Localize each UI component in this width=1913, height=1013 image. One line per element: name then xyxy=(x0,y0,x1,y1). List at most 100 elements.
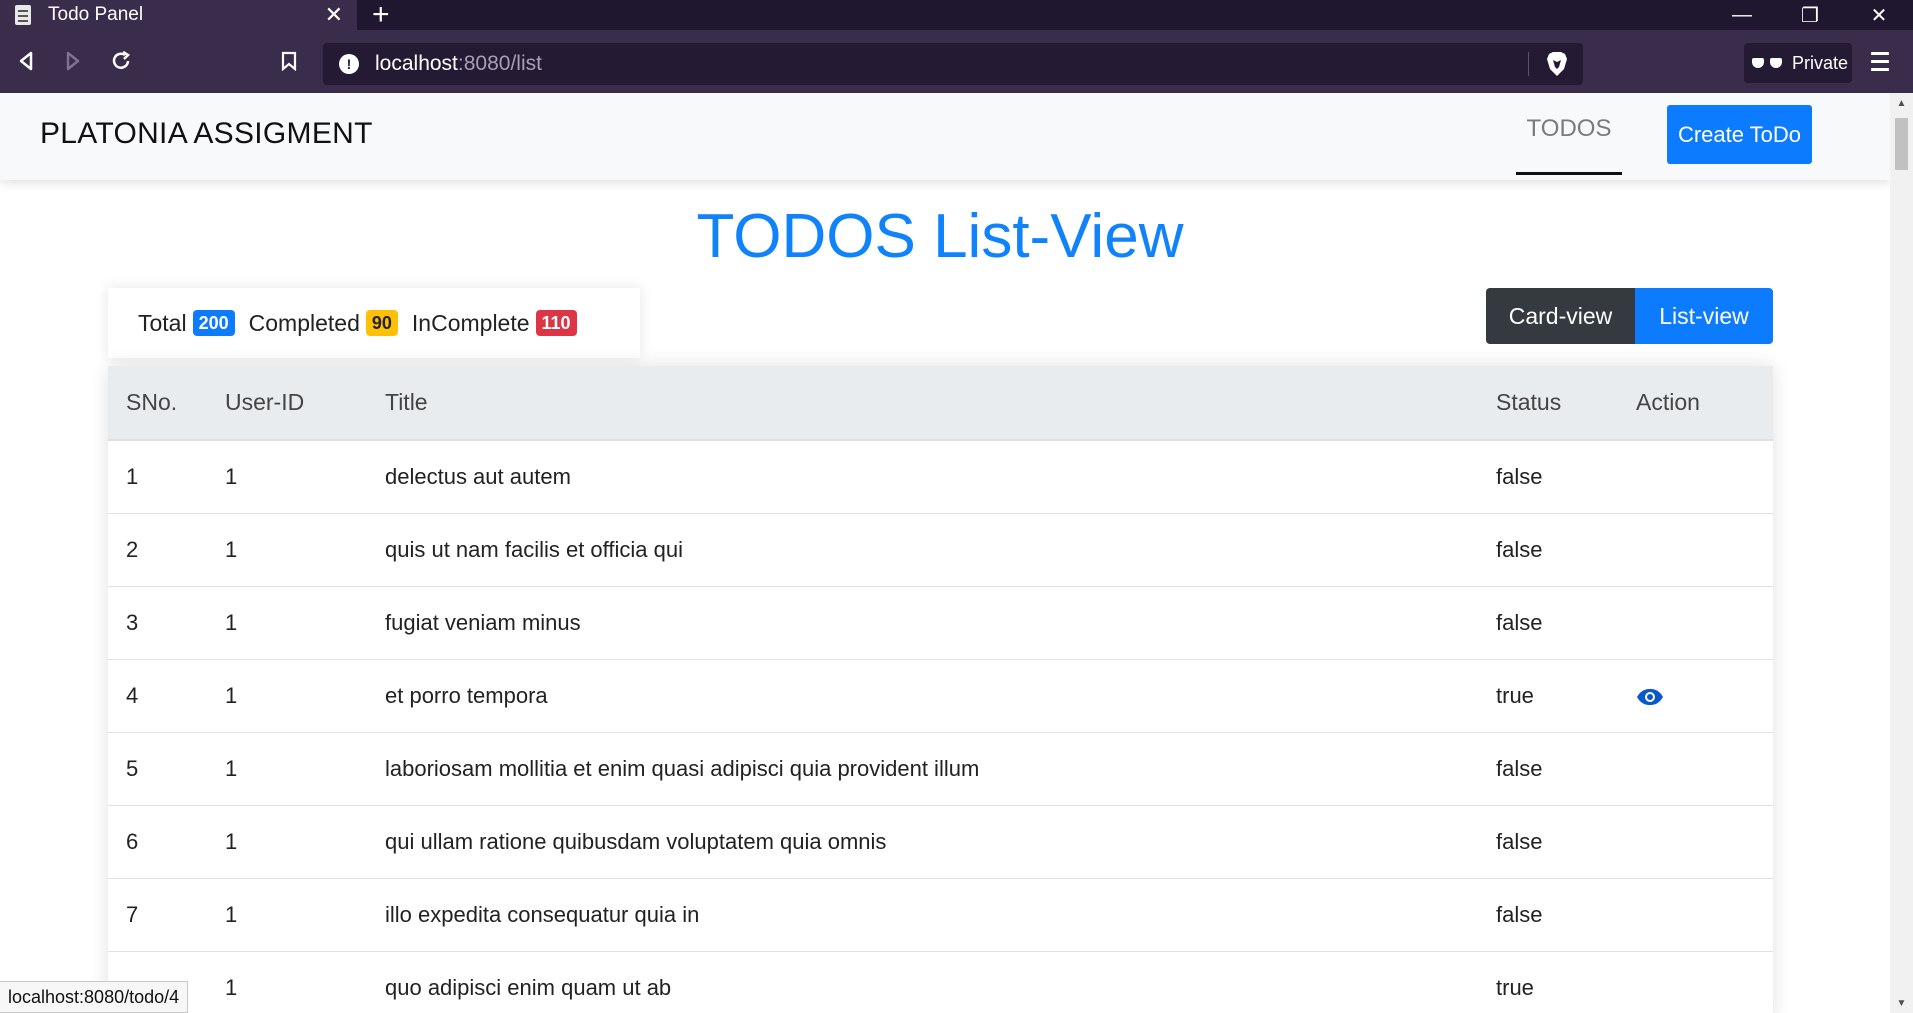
cell-title: qui ullam ratione quibusdam voluptatem q… xyxy=(383,805,1495,879)
stat-incomplete-badge: 110 xyxy=(535,310,577,336)
table-row: 6 1 qui ullam ratione quibusdam voluptat… xyxy=(108,805,1773,879)
bookmark-icon[interactable] xyxy=(271,43,307,79)
cell-sno: 5 xyxy=(108,732,223,806)
todo-favicon-icon xyxy=(12,4,34,26)
cell-sno: 4 xyxy=(108,659,223,733)
restore-icon[interactable]: ❐ xyxy=(1776,0,1844,30)
stat-total-badge: 200 xyxy=(192,310,235,336)
brand-title[interactable]: PLATONIA ASSIGMENT xyxy=(40,117,373,151)
brave-shields-icon[interactable] xyxy=(1545,51,1569,77)
browser-tab[interactable]: Todo Panel ✕ xyxy=(0,0,357,30)
cell-action xyxy=(1636,513,1773,587)
cell-action xyxy=(1636,951,1773,1013)
site-info-icon[interactable]: ! xyxy=(339,54,359,74)
cell-title: laboriosam mollitia et enim quasi adipis… xyxy=(383,732,1495,806)
scroll-down-icon[interactable]: ▼ xyxy=(1890,993,1913,1013)
table-header-row: SNo. User-ID Title Status Action xyxy=(108,366,1773,441)
cell-title: quo adipisci enim quam ut ab xyxy=(383,951,1495,1013)
private-label: Private xyxy=(1792,52,1849,73)
stat-completed-label: Completed xyxy=(248,309,360,336)
cell-sno: 1 xyxy=(108,440,223,514)
cell-user-id: 1 xyxy=(223,586,383,660)
cell-title: delectus aut autem xyxy=(383,440,1495,514)
address-bar[interactable]: ! localhost:8080/list xyxy=(323,43,1583,85)
cell-sno: 6 xyxy=(108,805,223,879)
cell-title: et porro tempora xyxy=(383,659,1495,733)
private-window-badge[interactable]: Private xyxy=(1744,43,1852,83)
view-toggle-group: Card-view List-view xyxy=(1486,288,1773,344)
cell-sno: 7 xyxy=(108,878,223,952)
table-row: 5 1 laboriosam mollitia et enim quasi ad… xyxy=(108,732,1773,806)
app-navbar: PLATONIA ASSIGMENT TODOS Create ToDo xyxy=(0,93,1890,180)
table-row: 2 1 quis ut nam facilis et officia qui f… xyxy=(108,513,1773,587)
card-view-button[interactable]: Card-view xyxy=(1486,288,1635,344)
stat-total-label: Total xyxy=(138,309,187,336)
cell-user-id: 1 xyxy=(223,805,383,879)
cell-status: true xyxy=(1495,951,1636,1013)
page-title: TODOS List-View xyxy=(696,202,1184,271)
header-user-id: User-ID xyxy=(223,366,383,441)
nav-link-todos[interactable]: TODOS xyxy=(1516,115,1622,175)
cell-action xyxy=(1636,659,1773,733)
cell-user-id: 1 xyxy=(223,659,383,733)
header-sno: SNo. xyxy=(108,366,223,441)
scrollbar-thumb[interactable] xyxy=(1895,118,1908,170)
cell-status: true xyxy=(1495,659,1636,733)
create-todo-button[interactable]: Create ToDo xyxy=(1667,105,1812,164)
cell-sno: 2 xyxy=(108,513,223,587)
cell-action xyxy=(1636,586,1773,660)
browser-tab-bar: Todo Panel ✕ + — ❐ ✕ xyxy=(0,0,1913,32)
cell-title: fugiat veniam minus xyxy=(383,586,1495,660)
minimize-icon[interactable]: — xyxy=(1708,0,1776,30)
stat-incomplete-label: InComplete xyxy=(411,309,530,336)
window-close-icon[interactable]: ✕ xyxy=(1845,0,1913,30)
cell-title: quis ut nam facilis et officia qui xyxy=(383,513,1495,587)
cell-status: false xyxy=(1495,878,1636,952)
reload-icon[interactable] xyxy=(103,43,139,79)
cell-status: false xyxy=(1495,732,1636,806)
cell-action xyxy=(1636,805,1773,879)
scroll-up-icon[interactable]: ▲ xyxy=(1890,93,1913,113)
table-row: 1 quo adipisci enim quam ut ab true xyxy=(108,951,1773,1013)
stat-completed-badge: 90 xyxy=(365,310,398,336)
back-icon[interactable] xyxy=(8,43,44,79)
tab-close-icon[interactable]: ✕ xyxy=(325,2,343,28)
url-text: localhost:8080/list xyxy=(375,52,542,75)
page-scrollbar[interactable]: ▲ ▼ xyxy=(1890,93,1913,1013)
url-separator xyxy=(1528,52,1529,76)
table-row: 1 1 delectus aut autem false xyxy=(108,440,1773,514)
cell-action xyxy=(1636,732,1773,806)
cell-user-id: 1 xyxy=(223,878,383,952)
todos-table-container: SNo. User-ID Title Status Action 1 1 del… xyxy=(108,366,1773,1013)
stat-incomplete: InComplete 110 xyxy=(412,310,577,337)
cell-user-id: 1 xyxy=(223,732,383,806)
header-status: Status xyxy=(1495,366,1636,441)
cell-status: false xyxy=(1495,586,1636,660)
cell-user-id: 1 xyxy=(223,951,383,1013)
cell-status: false xyxy=(1495,805,1636,879)
cell-user-id: 1 xyxy=(223,440,383,514)
cell-action xyxy=(1636,440,1773,514)
new-tab-icon[interactable]: + xyxy=(372,0,390,32)
stat-total: Total 200 xyxy=(138,310,235,337)
cell-action xyxy=(1636,878,1773,952)
status-bar-url: localhost:8080/todo/4 xyxy=(0,981,189,1013)
cell-sno: 3 xyxy=(108,586,223,660)
header-title: Title xyxy=(383,366,1495,441)
private-glasses-icon xyxy=(1752,56,1782,70)
table-row: 7 1 illo expedita consequatur quia in fa… xyxy=(108,878,1773,952)
browser-toolbar: ! localhost:8080/list Private xyxy=(0,30,1913,93)
forward-icon[interactable] xyxy=(55,43,91,79)
table-row: 3 1 fugiat veniam minus false xyxy=(108,586,1773,660)
tab-title: Todo Panel xyxy=(48,4,144,25)
browser-menu-icon[interactable] xyxy=(1866,47,1894,77)
cell-status: false xyxy=(1495,440,1636,514)
list-view-button[interactable]: List-view xyxy=(1635,288,1773,344)
cell-user-id: 1 xyxy=(223,513,383,587)
cell-status: false xyxy=(1495,513,1636,587)
view-eye-icon[interactable] xyxy=(1636,688,1664,706)
todos-table: SNo. User-ID Title Status Action 1 1 del… xyxy=(108,366,1773,1013)
stat-completed: Completed 90 xyxy=(249,310,398,337)
header-action: Action xyxy=(1636,366,1773,441)
stats-summary: Total 200 Completed 90 InComplete 110 xyxy=(108,288,640,358)
